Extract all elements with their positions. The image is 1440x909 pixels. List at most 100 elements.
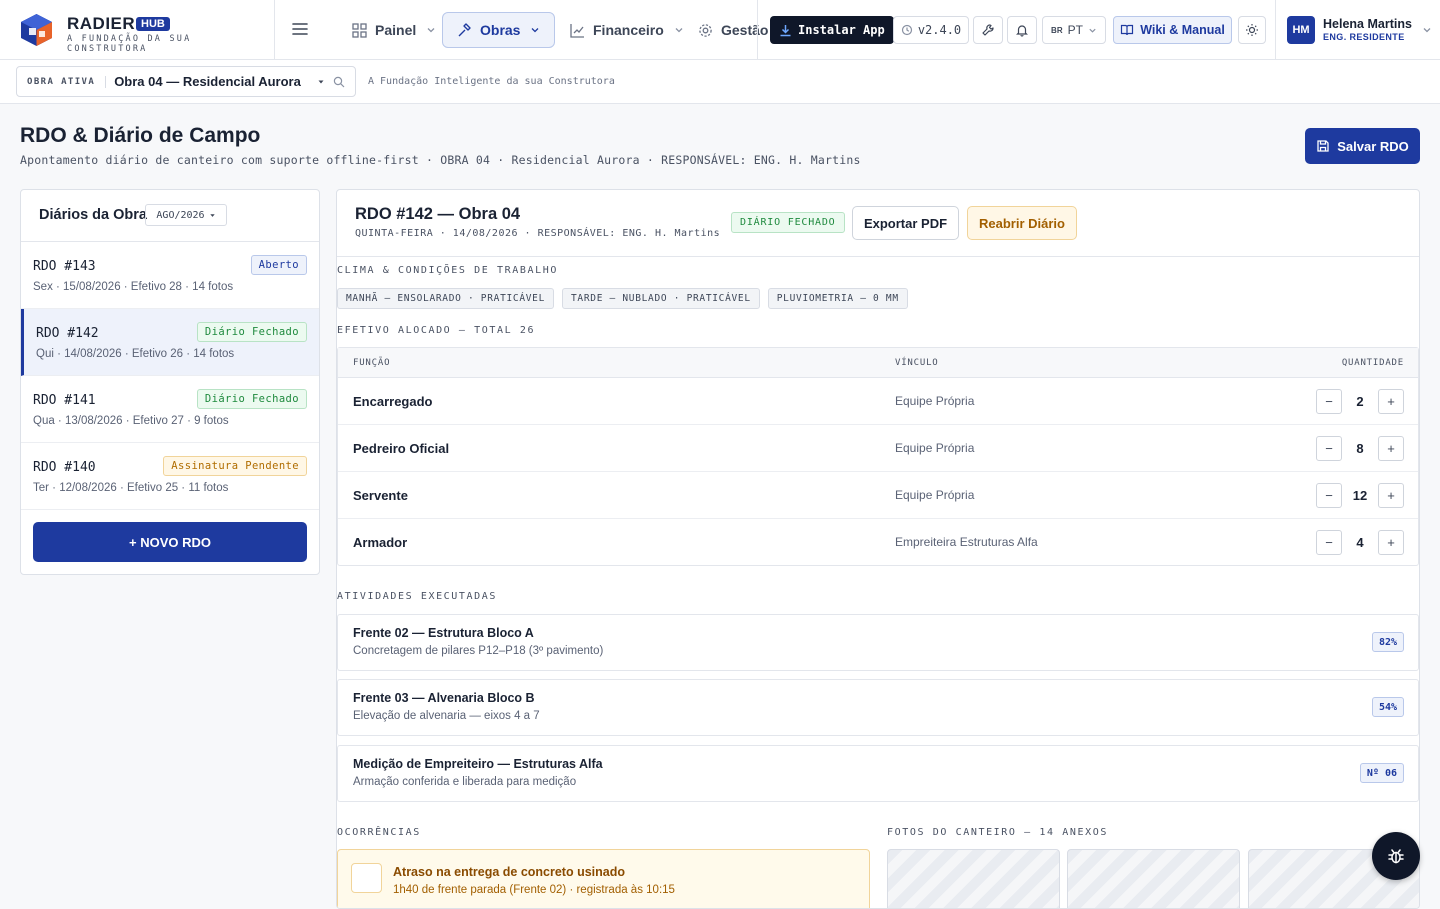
book-icon: [1121, 24, 1134, 36]
rdo-number: RDO #143: [33, 259, 96, 274]
hamburger-menu-icon[interactable]: [290, 19, 310, 39]
weather-section-label: CLIMA & CONDIÇÕES DE TRABALHO: [337, 265, 558, 276]
hammer-icon: [458, 22, 471, 36]
nav-item-label: Obras: [480, 22, 521, 38]
divider: [337, 256, 1419, 257]
decrement-button[interactable]: −: [1316, 530, 1342, 555]
rdo-status-badge: DIÁRIO FECHADO: [731, 212, 845, 233]
quantity-value[interactable]: 2: [1342, 394, 1378, 409]
staff-role: Pedreiro Oficial: [353, 441, 450, 456]
save-rdo-button[interactable]: Salvar RDO: [1305, 128, 1420, 164]
wiki-manual-button[interactable]: Wiki & Manual: [1113, 16, 1232, 44]
brand[interactable]: RADIER HUB A FUNDAÇÃO DA SUA CONSTRUTORA: [0, 0, 275, 60]
save-icon: [1317, 140, 1329, 152]
export-pdf-button[interactable]: Exportar PDF: [852, 206, 959, 240]
user-menu[interactable]: HM Helena Martins ENG. RESIDENTE: [1287, 15, 1432, 45]
month-value: AGO/2026: [156, 209, 205, 221]
activity-item[interactable]: Medição de Empreiteiro — Estruturas Alfa…: [337, 745, 1419, 802]
increment-button[interactable]: +: [1378, 530, 1404, 555]
activity-item[interactable]: Frente 02 — Estrutura Bloco A Concretage…: [337, 614, 1419, 671]
activity-item[interactable]: Frente 03 — Alvenaria Bloco B Elevação d…: [337, 679, 1419, 736]
quantity-value[interactable]: 4: [1342, 535, 1378, 550]
version-badge[interactable]: v2.4.0: [893, 16, 969, 44]
wrench-icon: [982, 24, 994, 36]
activity-desc: Armação conferida e liberada para mediçã…: [353, 776, 577, 788]
status-badge: Aberto: [250, 255, 307, 275]
chevron-down-icon: [1089, 28, 1096, 33]
increment-button[interactable]: +: [1378, 436, 1404, 461]
avatar: HM: [1287, 16, 1315, 44]
theme-toggle-button[interactable]: [1238, 16, 1266, 44]
active-obra-label: OBRA ATIVA: [17, 75, 107, 88]
weather-chip: TARDE — NUBLADO · PRATICÁVEL: [562, 288, 760, 309]
month-select[interactable]: AGO/2026: [145, 204, 227, 226]
activity-desc: Concretagem de pilares P12–P18 (3º pavim…: [353, 645, 604, 657]
table-row: Servente Equipe Própria − 12 +: [338, 472, 1418, 519]
status-badge: Assinatura Pendente: [163, 456, 307, 476]
occurrence-item[interactable]: Atraso na entrega de concreto usinado 1h…: [337, 849, 870, 908]
quantity-value[interactable]: 12: [1342, 488, 1378, 503]
subbar-tagline: A Fundação Inteligente da sua Construtor…: [368, 76, 615, 87]
staff-role: Armador: [353, 535, 408, 550]
status-badge: Diário Fechado: [196, 389, 307, 409]
bug-report-button[interactable]: [1372, 832, 1420, 880]
staff-bond: Empreiteira Estruturas Alfa: [895, 535, 1038, 549]
divider: [757, 0, 758, 60]
brand-name: RADIER: [67, 14, 136, 33]
nav-item-obras[interactable]: Obras: [442, 12, 556, 48]
activity-progress-badge: 54%: [1371, 697, 1404, 717]
rdo-meta: Ter · 12/08/2026 · Efetivo 25 · 11 fotos: [33, 482, 229, 494]
rdo-number: RDO #140: [33, 460, 96, 475]
occurrence-desc: 1h40 de frente parada (Frente 02) · regi…: [393, 884, 675, 896]
notifications-button[interactable]: [1007, 16, 1037, 44]
install-app-label: Instalar App: [798, 23, 885, 37]
brand-badge: HUB: [136, 17, 170, 31]
table-row: Pedreiro Oficial Equipe Própria − 8 +: [338, 425, 1418, 472]
nav-item-painel[interactable]: Painel: [338, 12, 450, 48]
install-app-button[interactable]: Instalar App: [770, 16, 894, 44]
activity-progress-badge: 82%: [1371, 632, 1404, 652]
sub-bar: OBRA ATIVA Obra 04 — Residencial Aurora …: [0, 60, 1440, 104]
rdo-meta: Sex · 15/08/2026 · Efetivo 28 · 14 fotos: [33, 281, 234, 293]
search-icon[interactable]: [333, 76, 345, 88]
increment-button[interactable]: +: [1378, 389, 1404, 414]
radier-logo-icon: [21, 14, 52, 46]
photo-thumbnail[interactable]: [1067, 849, 1240, 908]
activity-title: Frente 02 — Estrutura Bloco A: [353, 626, 534, 640]
photo-thumbnail[interactable]: [887, 849, 1060, 908]
user-role: ENG. RESIDENTE: [1323, 32, 1405, 42]
page-subtitle: Apontamento diário de canteiro com supor…: [20, 153, 861, 167]
rdo-list-item[interactable]: RDO #143 Sex · 15/08/2026 · Efetivo 28 ·…: [21, 242, 319, 309]
divider: [1275, 0, 1276, 60]
tools-button[interactable]: [973, 16, 1003, 44]
brand-tagline: A FUNDAÇÃO DA SUA CONSTRUTORA: [67, 34, 192, 54]
rdo-list-item-selected[interactable]: RDO #142 Qui · 14/08/2026 · Efetivo 26 ·…: [21, 309, 319, 376]
reopen-diary-button[interactable]: Reabrir Diário: [967, 206, 1077, 240]
chevron-down-icon: [532, 28, 539, 33]
quantity-value[interactable]: 8: [1342, 441, 1378, 456]
rdo-number: RDO #142: [36, 326, 99, 341]
decrement-button[interactable]: −: [1316, 389, 1342, 414]
quantity-stepper: − 8 +: [1316, 436, 1404, 461]
activity-title: Frente 03 — Alvenaria Bloco B: [353, 691, 535, 705]
nav-item-financeiro[interactable]: Financeiro: [556, 12, 698, 48]
diaries-title: Diários da Obra: [39, 207, 147, 223]
bug-icon: [1388, 849, 1404, 864]
active-obra-select[interactable]: OBRA ATIVA Obra 04 — Residencial Aurora: [16, 66, 356, 97]
version-label: v2.4.0: [917, 23, 962, 37]
top-bar: RADIER HUB A FUNDAÇÃO DA SUA CONSTRUTORA…: [0, 0, 1440, 60]
col-header-funcao: FUNÇÃO: [353, 358, 391, 368]
col-header-quantidade: QUANTIDADE: [1341, 358, 1404, 368]
language-select[interactable]: BR PT: [1042, 16, 1106, 44]
rdo-list-item[interactable]: RDO #141 Qua · 13/08/2026 · Efetivo 27 ·…: [21, 376, 319, 443]
new-rdo-button[interactable]: + NOVO RDO: [33, 522, 307, 562]
quantity-stepper: − 12 +: [1316, 483, 1404, 508]
nav-item-label: Financeiro: [593, 22, 664, 38]
activity-measure-badge: Nº 06: [1359, 763, 1404, 783]
increment-button[interactable]: +: [1378, 483, 1404, 508]
page-title: RDO & Diário de Campo: [20, 124, 261, 147]
weather-chip: PLUVIOMETRIA — 0 MM: [767, 288, 908, 309]
decrement-button[interactable]: −: [1316, 483, 1342, 508]
decrement-button[interactable]: −: [1316, 436, 1342, 461]
rdo-list-item[interactable]: RDO #140 Ter · 12/08/2026 · Efetivo 25 ·…: [21, 443, 319, 510]
